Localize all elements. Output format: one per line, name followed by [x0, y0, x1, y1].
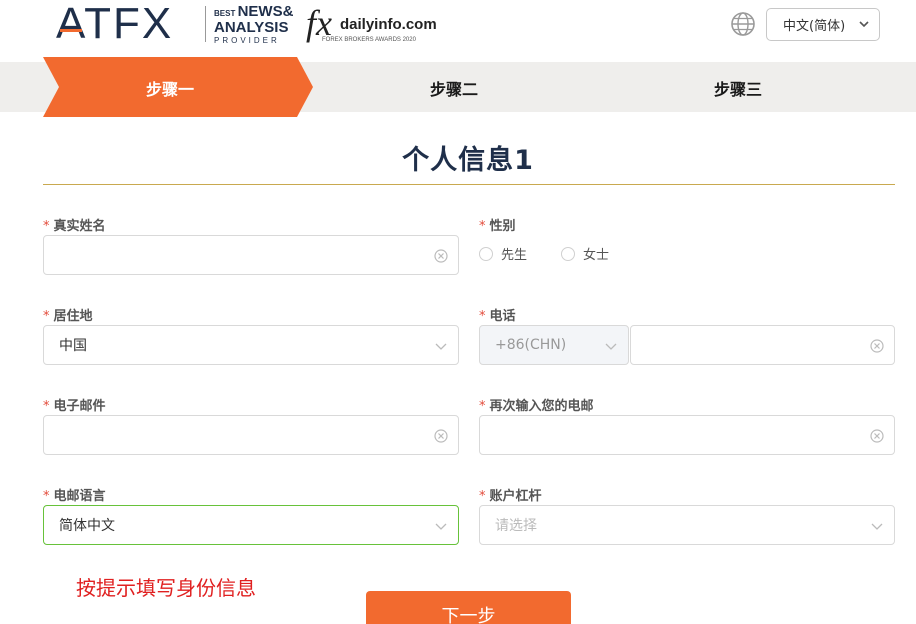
leverage-label: * 账户杠杆 — [479, 485, 542, 504]
residence-select[interactable]: 中国 — [43, 325, 459, 365]
logo-accent — [60, 29, 82, 32]
award-analysis: ANALYSIS — [214, 19, 289, 36]
phone-country-code-select[interactable]: +86(CHN) — [479, 325, 629, 365]
email-input[interactable] — [43, 415, 459, 455]
award-best: BEST — [214, 9, 236, 18]
atfx-logo[interactable]: ATFX — [56, 2, 173, 46]
required-mark: * — [479, 219, 486, 234]
email-label: * 电子邮件 — [43, 395, 106, 414]
clear-icon[interactable] — [870, 339, 884, 353]
clear-icon[interactable] — [870, 429, 884, 443]
gender-label: * 性别 — [479, 215, 516, 234]
radio-circle[interactable] — [561, 246, 575, 261]
hint-text: 按提示填写身份信息 — [76, 576, 256, 600]
residence-label: * 居住地 — [43, 305, 93, 324]
email-language-value: 简体中文 — [59, 518, 115, 534]
language-select[interactable]: 中文(简体) — [766, 8, 880, 41]
header: ATFX BEST NEWS& ANALYSIS PROVIDER fx dai… — [0, 0, 916, 62]
phone-label-text: 电话 — [489, 309, 516, 324]
email-confirm-label: * 再次输入您的电邮 — [479, 395, 594, 414]
email-label-text: 电子邮件 — [53, 399, 106, 414]
phone-input[interactable] — [630, 325, 895, 365]
gender-option-mr: 先生 — [501, 248, 528, 263]
required-mark: * — [43, 399, 50, 414]
atfx-logo-text: ATFX — [56, 0, 174, 48]
real-name-label: * 真实姓名 — [43, 215, 106, 234]
residence-label-text: 居住地 — [53, 309, 93, 324]
award-news: NEWS& — [237, 3, 294, 20]
email-language-label: * 电邮语言 — [43, 485, 106, 504]
clear-icon[interactable] — [434, 429, 448, 443]
residence-value: 中国 — [59, 338, 87, 354]
gender-radio-ms[interactable]: 女士 — [561, 244, 609, 263]
gender-label-text: 性别 — [489, 219, 516, 234]
email-language-label-text: 电邮语言 — [53, 489, 106, 504]
gender-option-ms: 女士 — [583, 248, 610, 263]
real-name-input[interactable] — [43, 235, 459, 275]
radio-circle[interactable] — [479, 246, 493, 261]
chevron-down-icon — [435, 343, 447, 350]
award-badge: BEST NEWS& ANALYSIS PROVIDER — [214, 4, 300, 45]
email-confirm-input[interactable] — [479, 415, 895, 455]
required-mark: * — [479, 309, 486, 324]
phone-code-value: +86(CHN) — [495, 337, 567, 353]
leverage-select[interactable]: 请选择 — [479, 505, 895, 545]
required-mark: * — [479, 489, 486, 504]
globe-icon[interactable] — [730, 11, 756, 37]
award-provider: PROVIDER — [214, 36, 280, 45]
phone-label: * 电话 — [479, 305, 516, 324]
step-1-label: 步骤一 — [146, 80, 195, 99]
page-title: 个人信息1 — [402, 145, 534, 176]
chevron-down-icon — [605, 343, 617, 350]
required-mark: * — [43, 489, 50, 504]
required-mark: * — [479, 399, 486, 414]
real-name-label-text: 真实姓名 — [53, 219, 106, 234]
chevron-down-icon — [435, 523, 447, 530]
chevron-down-icon — [871, 523, 883, 530]
fx-site-name: dailyinfo.com — [340, 16, 437, 33]
language-selected-value: 中文(简体) — [783, 19, 846, 34]
title-divider — [43, 184, 895, 185]
gender-radio-mr[interactable]: 先生 — [479, 244, 527, 263]
clear-icon[interactable] — [434, 249, 448, 263]
next-step-button[interactable]: 下一步 — [366, 591, 571, 624]
chevron-down-icon — [859, 21, 869, 28]
step-2-label: 步骤二 — [430, 80, 479, 99]
required-mark: * — [43, 309, 50, 324]
fx-award-text: FOREX BROKERS AWARDS 2020 — [322, 37, 416, 43]
fxdailyinfo-logo: fx dailyinfo.com FOREX BROKERS AWARDS 20… — [306, 2, 437, 46]
step-3-label: 步骤三 — [714, 80, 763, 99]
leverage-placeholder: 请选择 — [495, 518, 537, 534]
logo-divider — [205, 6, 206, 42]
required-mark: * — [43, 219, 50, 234]
email-confirm-label-text: 再次输入您的电邮 — [489, 399, 594, 414]
email-language-select[interactable]: 简体中文 — [43, 505, 459, 545]
leverage-label-text: 账户杠杆 — [489, 489, 542, 504]
